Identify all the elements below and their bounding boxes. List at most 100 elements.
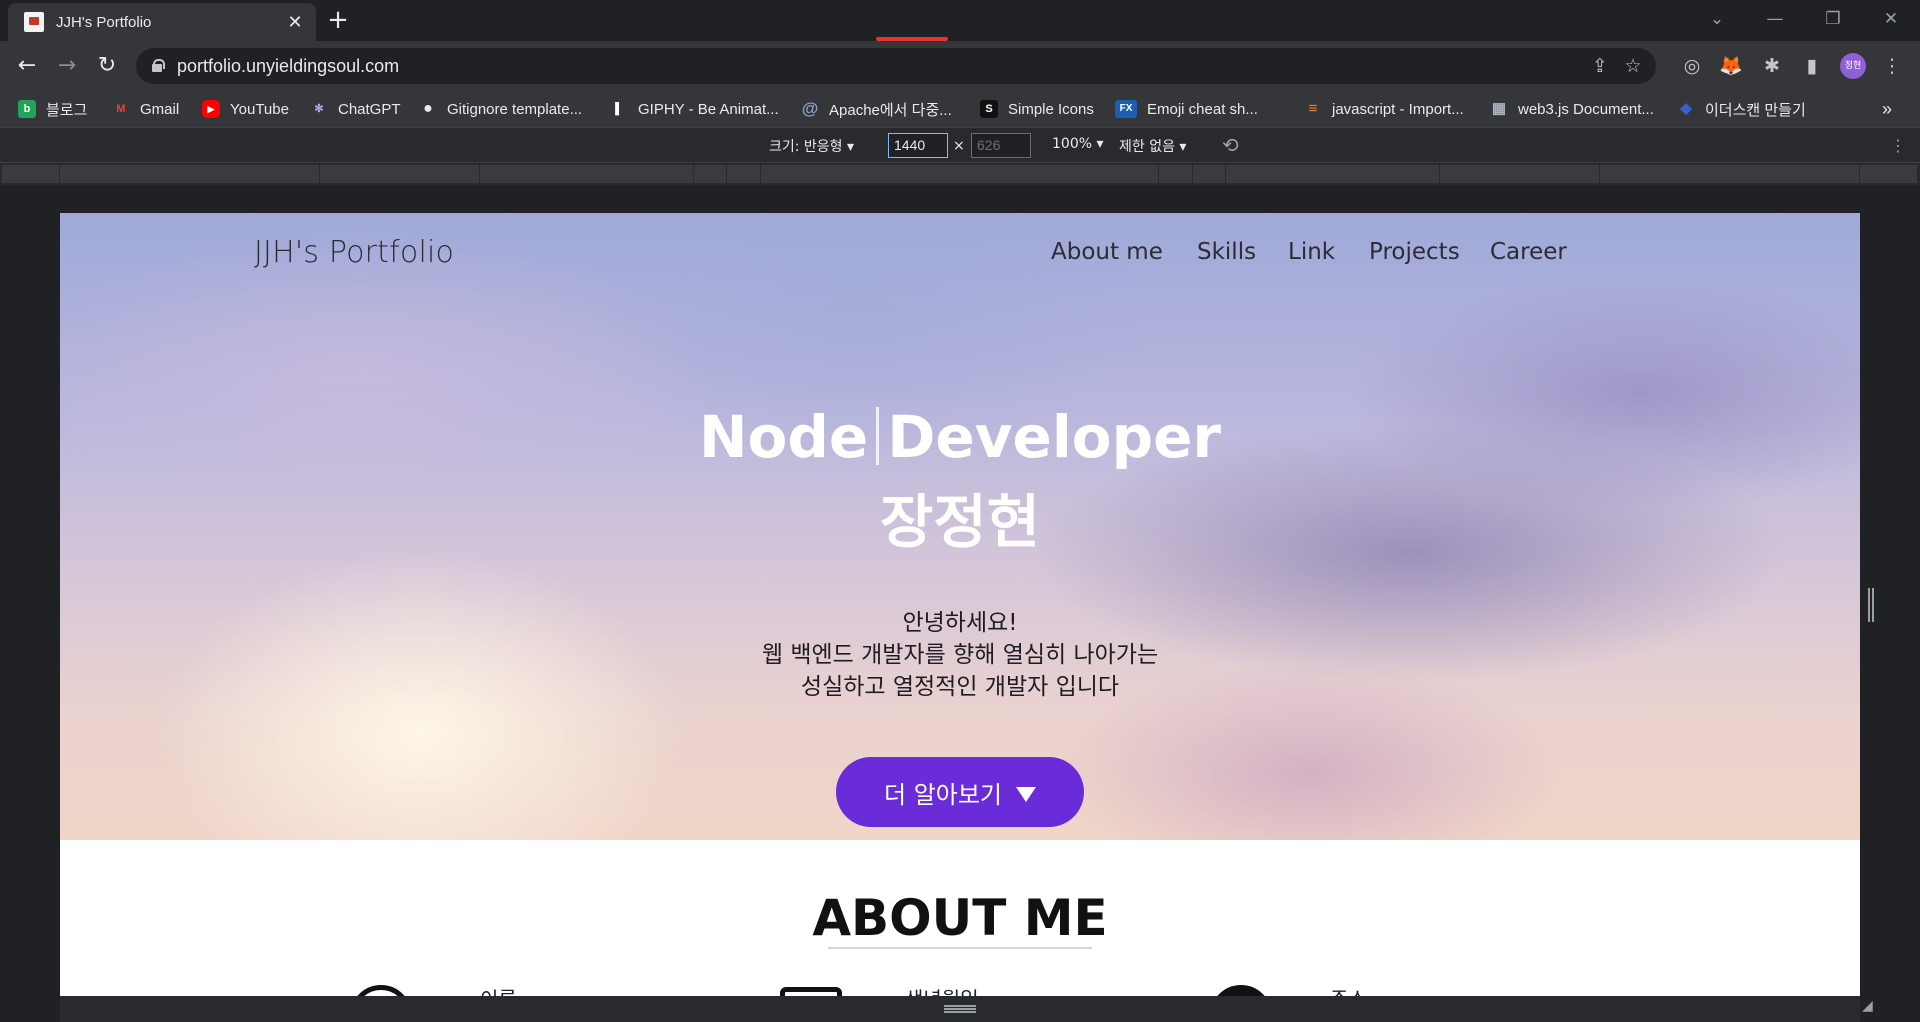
device-toolbar-menu-icon[interactable]: ⋮ xyxy=(1890,136,1906,155)
width-highlight-underline xyxy=(876,37,948,41)
extensions-puzzle-icon[interactable]: ✱ xyxy=(1760,54,1784,78)
about-item-name: 이름 xyxy=(480,983,517,996)
side-panel-icon[interactable]: ▮ xyxy=(1800,54,1824,78)
emulated-page: JJH's Portfolio About me Skills Link Pro… xyxy=(60,213,1860,996)
tab-strip: JJH's Portfolio ✕ + ⌄ — ❐ ✕ xyxy=(0,0,1920,41)
site-logo[interactable]: JJH's Portfolio xyxy=(254,235,454,270)
tab-title: JJH's Portfolio xyxy=(56,13,152,31)
hero-desc-line: 성실하고 열정적인 개발자 입니다 xyxy=(800,674,1120,700)
reload-button[interactable]: ↻ xyxy=(90,49,124,83)
close-window-button[interactable]: ✕ xyxy=(1868,0,1914,38)
media-query-segment[interactable] xyxy=(320,165,480,183)
media-query-bar xyxy=(0,163,1920,185)
bookmark-simple-icons[interactable]: S Simple Icons xyxy=(980,97,1094,121)
bookmark-label: 이더스캔 만들기 xyxy=(1705,101,1806,119)
media-query-segment[interactable] xyxy=(1159,165,1193,183)
location-icon xyxy=(1210,985,1272,996)
nav-skills[interactable]: Skills xyxy=(1197,239,1256,265)
times-separator: × xyxy=(953,138,965,154)
hero-section: JJH's Portfolio About me Skills Link Pro… xyxy=(60,213,1860,840)
media-query-segment[interactable] xyxy=(1860,165,1918,183)
back-button[interactable]: ← xyxy=(10,49,44,83)
url-text[interactable]: portfolio.unyieldingsoul.com xyxy=(177,56,399,77)
nav-link[interactable]: Link xyxy=(1288,239,1335,265)
close-tab-icon[interactable]: ✕ xyxy=(284,12,306,33)
bookmark-web3js[interactable]: ▦ web3.js Document... xyxy=(1490,97,1654,121)
fx-icon: FX xyxy=(1115,100,1137,118)
zoom-dropdown[interactable]: 100% ▾ xyxy=(1052,136,1104,152)
height-input[interactable]: 626 xyxy=(971,133,1031,158)
hero-title-developer: Developer xyxy=(887,403,1222,471)
width-input[interactable]: 1440 xyxy=(888,133,948,158)
at-icon: @ xyxy=(801,99,819,118)
learn-more-button[interactable]: 더 알아보기 xyxy=(836,757,1084,827)
minimize-button[interactable]: — xyxy=(1752,0,1798,38)
down-arrow-icon xyxy=(1016,786,1037,802)
media-query-segment[interactable] xyxy=(1440,165,1600,183)
bookmark-apache[interactable]: @ Apache에서 다중... xyxy=(801,97,952,121)
media-query-segment[interactable] xyxy=(2,165,60,183)
throttle-dropdown[interactable]: 제한 없음 ▾ xyxy=(1119,136,1186,156)
lock-icon[interactable] xyxy=(152,59,165,72)
calendar-icon xyxy=(780,987,842,996)
device-toolbar: 크기: 반응형 ▾ 1440 × 626 100% ▾ 제한 없음 ▾ ⟲ ⋮ xyxy=(0,128,1920,163)
address-bar[interactable]: portfolio.unyieldingsoul.com ⇪ ☆ xyxy=(136,48,1656,84)
bookmark-label: GIPHY - Be Animat... xyxy=(638,100,779,118)
bookmarks-overflow-icon[interactable]: » xyxy=(1882,97,1892,121)
media-query-segment[interactable] xyxy=(60,165,320,183)
about-item-address: 주소 xyxy=(1330,983,1367,996)
media-query-segment[interactable] xyxy=(761,165,1159,183)
tab-search-icon[interactable]: ⌄ xyxy=(1694,0,1740,38)
hero-title-node: Node xyxy=(698,403,869,471)
share-icon[interactable]: ⇪ xyxy=(1588,54,1612,78)
learn-more-label: 더 알아보기 xyxy=(883,780,1003,809)
viewport-resize-corner-icon[interactable]: ◢ xyxy=(1862,998,1880,1016)
bookmark-etherscan[interactable]: ◆ 이더스캔 만들기 xyxy=(1677,97,1806,121)
bookmark-stackoverflow[interactable]: ≡ javascript - Import... xyxy=(1304,97,1464,121)
bookmark-label: Simple Icons xyxy=(1008,100,1094,118)
extension-target-icon[interactable]: ◎ xyxy=(1680,54,1704,78)
bookmark-emoji[interactable]: FX Emoji cheat sh... xyxy=(1115,97,1258,121)
bookmark-youtube[interactable]: ▶ YouTube xyxy=(202,97,289,121)
dimensions-dropdown[interactable]: 크기: 반응형 ▾ xyxy=(769,136,854,156)
bookmark-label: Apache에서 다중... xyxy=(829,101,952,119)
bookmark-label: web3.js Document... xyxy=(1518,100,1654,118)
bookmark-chatgpt[interactable]: ✻ ChatGPT xyxy=(310,97,401,121)
about-me-heading: ABOUT ME xyxy=(812,889,1108,947)
restore-button[interactable]: ❐ xyxy=(1810,0,1856,38)
media-query-segment[interactable] xyxy=(480,165,694,183)
bookmark-label: ChatGPT xyxy=(338,100,401,118)
chatgpt-icon: ✻ xyxy=(314,103,324,115)
nav-career[interactable]: Career xyxy=(1490,239,1567,265)
rotate-icon[interactable]: ⟲ xyxy=(1222,133,1239,157)
media-query-segment[interactable] xyxy=(727,165,761,183)
media-query-segment[interactable] xyxy=(1226,165,1440,183)
nav-projects[interactable]: Projects xyxy=(1369,239,1460,265)
browser-tab[interactable]: JJH's Portfolio ✕ xyxy=(8,3,316,41)
bookmark-blog[interactable]: b 블로그 xyxy=(18,97,87,121)
hero-name: 장정현 xyxy=(879,488,1041,556)
bookmark-label: YouTube xyxy=(230,100,289,118)
nav-about-me[interactable]: About me xyxy=(1051,239,1163,265)
media-query-segment[interactable] xyxy=(694,165,727,183)
metamask-icon[interactable]: 🦊 xyxy=(1719,54,1743,78)
bookmark-gmail[interactable]: M Gmail xyxy=(112,97,179,121)
bookmark-label: 블로그 xyxy=(46,101,88,119)
viewport-resize-handle-bottom[interactable] xyxy=(944,1005,976,1013)
profile-avatar[interactable]: 정현 xyxy=(1840,53,1866,79)
bookmarks-bar: b 블로그 M Gmail ▶ YouTube ✻ ChatGPT ● Giti… xyxy=(0,90,1920,128)
youtube-icon: ▶ xyxy=(202,100,220,118)
forward-button[interactable]: → xyxy=(50,49,84,83)
media-query-segment[interactable] xyxy=(1600,165,1860,183)
new-tab-button[interactable]: + xyxy=(324,6,352,34)
media-query-segment[interactable] xyxy=(1193,165,1226,183)
bookmark-giphy[interactable]: ▌ GIPHY - Be Animat... xyxy=(610,97,779,121)
bookmark-label: Gitignore template... xyxy=(447,100,583,118)
bookmark-gitignore[interactable]: ● Gitignore template... xyxy=(419,97,582,121)
browser-menu-icon[interactable]: ⋮ xyxy=(1880,54,1904,78)
bookmark-star-icon[interactable]: ☆ xyxy=(1621,54,1645,78)
typing-cursor xyxy=(876,407,880,465)
simpleicons-icon: S xyxy=(980,100,998,118)
favicon-icon xyxy=(24,12,44,32)
viewport-resize-handle-right[interactable] xyxy=(1868,588,1874,622)
